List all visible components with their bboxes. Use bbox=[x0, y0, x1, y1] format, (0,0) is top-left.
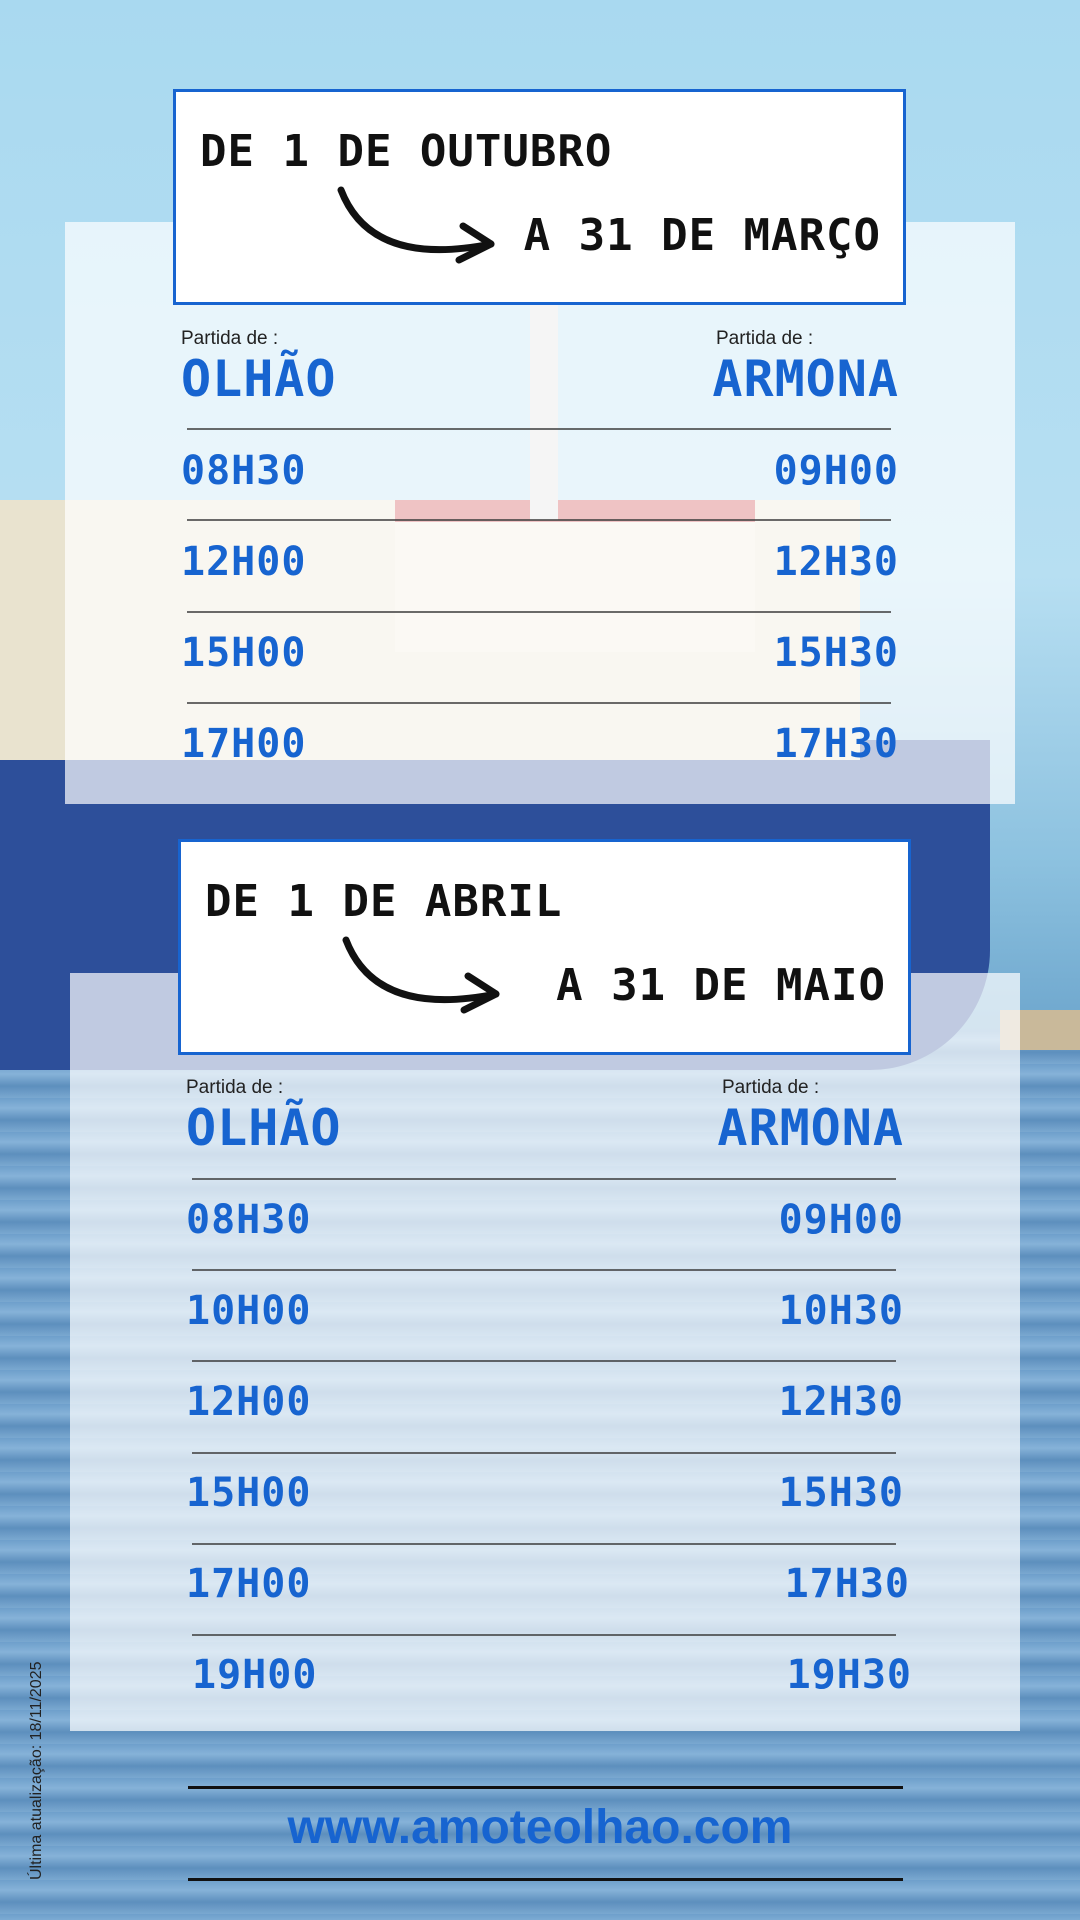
row-divider bbox=[192, 1178, 896, 1180]
armona-time: 12H30 bbox=[778, 1379, 904, 1425]
olhao-title: OLHÃO bbox=[181, 350, 337, 408]
season-start-label: DE 1 DE ABRIL bbox=[205, 876, 563, 927]
row-divider bbox=[187, 519, 891, 521]
armona-time: 15H30 bbox=[773, 630, 899, 676]
olhao-time: 12H00 bbox=[186, 1379, 312, 1425]
season-end-label: A 31 DE MAIO bbox=[556, 960, 886, 1011]
season-end-label: A 31 DE MARÇO bbox=[523, 210, 881, 261]
row-divider bbox=[192, 1269, 896, 1271]
olhao-departure-caption: Partida de : bbox=[181, 328, 279, 349]
row-divider bbox=[192, 1360, 896, 1362]
last-update-note: Última atualização: 18/11/2025 bbox=[28, 1661, 45, 1880]
olhao-time: 15H00 bbox=[186, 1470, 312, 1516]
armona-time: 09H00 bbox=[773, 448, 899, 494]
schedule-panel-winter bbox=[65, 222, 1015, 804]
olhao-departure-caption: Partida de : bbox=[186, 1077, 284, 1098]
row-divider bbox=[187, 428, 891, 430]
armona-title: ARMONA bbox=[717, 1099, 904, 1157]
armona-time: 19H30 bbox=[786, 1652, 912, 1698]
curved-arrow-icon bbox=[342, 936, 500, 1014]
olhao-time: 12H00 bbox=[181, 539, 307, 585]
row-divider bbox=[192, 1543, 896, 1545]
armona-time: 09H00 bbox=[778, 1197, 904, 1243]
olhao-time: 19H00 bbox=[192, 1652, 318, 1698]
season-header-winter: DE 1 DE OUTUBRO A 31 DE MARÇO bbox=[173, 89, 906, 305]
olhao-time: 17H00 bbox=[181, 721, 307, 767]
website-link[interactable]: www.amoteolhao.com bbox=[0, 1800, 1080, 1855]
armona-departure-caption: Partida de : bbox=[716, 328, 814, 349]
footer-bottom-rule bbox=[188, 1878, 903, 1881]
row-divider bbox=[187, 611, 891, 613]
olhao-time: 15H00 bbox=[181, 630, 307, 676]
olhao-time: 08H30 bbox=[186, 1197, 312, 1243]
armona-title: ARMONA bbox=[712, 350, 899, 408]
armona-time: 10H30 bbox=[778, 1288, 904, 1334]
row-divider bbox=[192, 1452, 896, 1454]
olhao-time: 17H00 bbox=[186, 1561, 312, 1607]
curved-arrow-icon bbox=[337, 186, 495, 264]
armona-time: 17H30 bbox=[784, 1561, 910, 1607]
olhao-time: 08H30 bbox=[181, 448, 307, 494]
row-divider bbox=[187, 702, 891, 704]
armona-time: 12H30 bbox=[773, 539, 899, 585]
olhao-title: OLHÃO bbox=[186, 1099, 342, 1157]
olhao-time: 10H00 bbox=[186, 1288, 312, 1334]
armona-departure-caption: Partida de : bbox=[722, 1077, 820, 1098]
season-start-label: DE 1 DE OUTUBRO bbox=[200, 126, 613, 177]
season-header-spring: DE 1 DE ABRIL A 31 DE MAIO bbox=[178, 839, 911, 1055]
row-divider bbox=[192, 1634, 896, 1636]
footer-top-rule bbox=[188, 1786, 903, 1789]
armona-time: 17H30 bbox=[773, 721, 899, 767]
armona-time: 15H30 bbox=[778, 1470, 904, 1516]
